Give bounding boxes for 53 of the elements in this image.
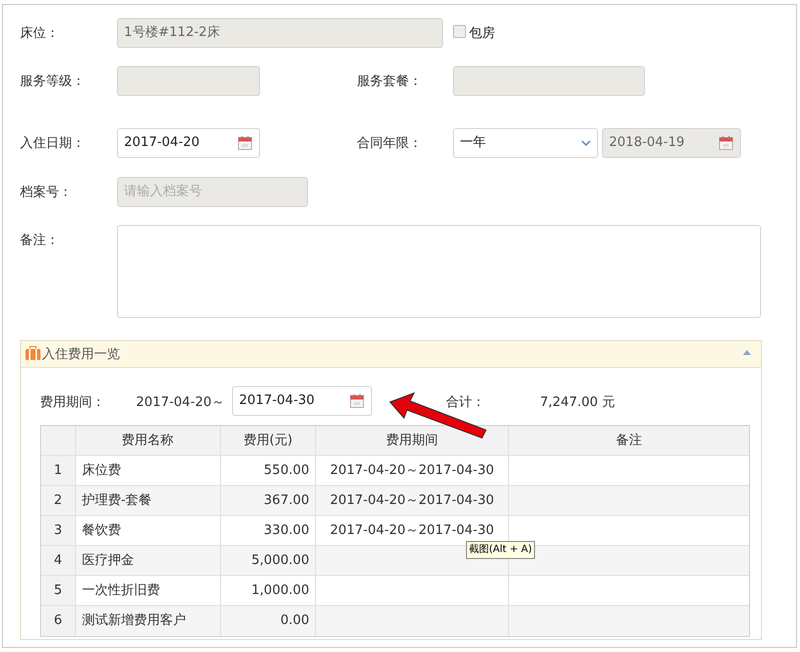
table-cell: 餐饮费 xyxy=(76,516,221,545)
field-label: 备注： xyxy=(20,232,59,250)
briefcase-icon xyxy=(25,346,41,361)
calendar-icon[interactable] xyxy=(718,135,734,151)
table-cell: 5,000.00 xyxy=(220,546,316,575)
collapse-icon[interactable] xyxy=(743,350,751,355)
table-cell: 2017-04-20～2017-04-30 xyxy=(316,456,509,485)
row-number: 1 xyxy=(41,456,76,485)
total-amount: 7,247.00 元 xyxy=(540,394,616,412)
remarks-field[interactable] xyxy=(117,225,761,318)
term-select[interactable]: 一年 xyxy=(453,128,598,158)
table-cell: 330.00 xyxy=(220,516,316,545)
row-number: 3 xyxy=(41,516,76,545)
service-level-field[interactable] xyxy=(117,66,260,96)
row-number: 5 xyxy=(41,576,76,605)
table-cell: 367.00 xyxy=(220,486,316,515)
date-field[interactable]: 2018-04-19 xyxy=(602,128,741,158)
tooltip: 截图(Alt + A) xyxy=(466,541,535,559)
table-cell: 0.00 xyxy=(220,606,316,636)
table-cell: 护理费-套餐 xyxy=(76,486,221,515)
period-start: 2017-04-20～ xyxy=(136,394,225,412)
date-value: 2018-04-19 xyxy=(609,134,685,152)
field-label: 档案号： xyxy=(20,184,72,202)
date-field[interactable]: 2017-04-20 xyxy=(117,128,260,158)
column-header: 备注 xyxy=(614,432,643,450)
select-value: 一年 xyxy=(460,134,486,152)
date-value: 2017-04-20 xyxy=(124,134,200,152)
chevron-down-icon xyxy=(581,140,591,146)
panel-title: 入住费用一览 xyxy=(42,346,120,364)
table-cell: 床位费 xyxy=(76,456,221,485)
table-cell: 测试新增费用客户 xyxy=(76,606,221,636)
column-header: 费用名称 xyxy=(76,426,221,455)
field-label: 费用期间： xyxy=(40,394,105,412)
date-field[interactable]: 2017-04-30 xyxy=(232,386,372,416)
field-label: 床位： xyxy=(20,25,59,43)
calendar-icon[interactable] xyxy=(237,135,253,151)
service-package-field[interactable] xyxy=(453,66,645,96)
field-label: 合同年限： xyxy=(357,135,422,153)
table-cell: 2017-04-20～2017-04-30 xyxy=(316,486,509,515)
calendar-icon[interactable] xyxy=(349,393,365,409)
checkbox-label[interactable]: 包房 xyxy=(469,24,495,44)
checkbox[interactable] xyxy=(453,25,466,38)
bed-field[interactable]: 1号楼#112-2床 xyxy=(117,18,443,48)
field-label: 服务套餐： xyxy=(357,73,422,91)
table-cell: 医疗押金 xyxy=(76,546,221,575)
table-cell: 一次性折旧费 xyxy=(76,576,221,605)
table-cell: 1,000.00 xyxy=(220,576,316,605)
field-label: 入住日期： xyxy=(20,135,85,153)
column-header: 费用(元) xyxy=(220,426,316,455)
field-label: 服务等级： xyxy=(20,73,85,91)
date-value: 2017-04-30 xyxy=(239,392,315,410)
table-cell: 550.00 xyxy=(220,456,316,485)
field-label: 合计： xyxy=(446,394,485,412)
